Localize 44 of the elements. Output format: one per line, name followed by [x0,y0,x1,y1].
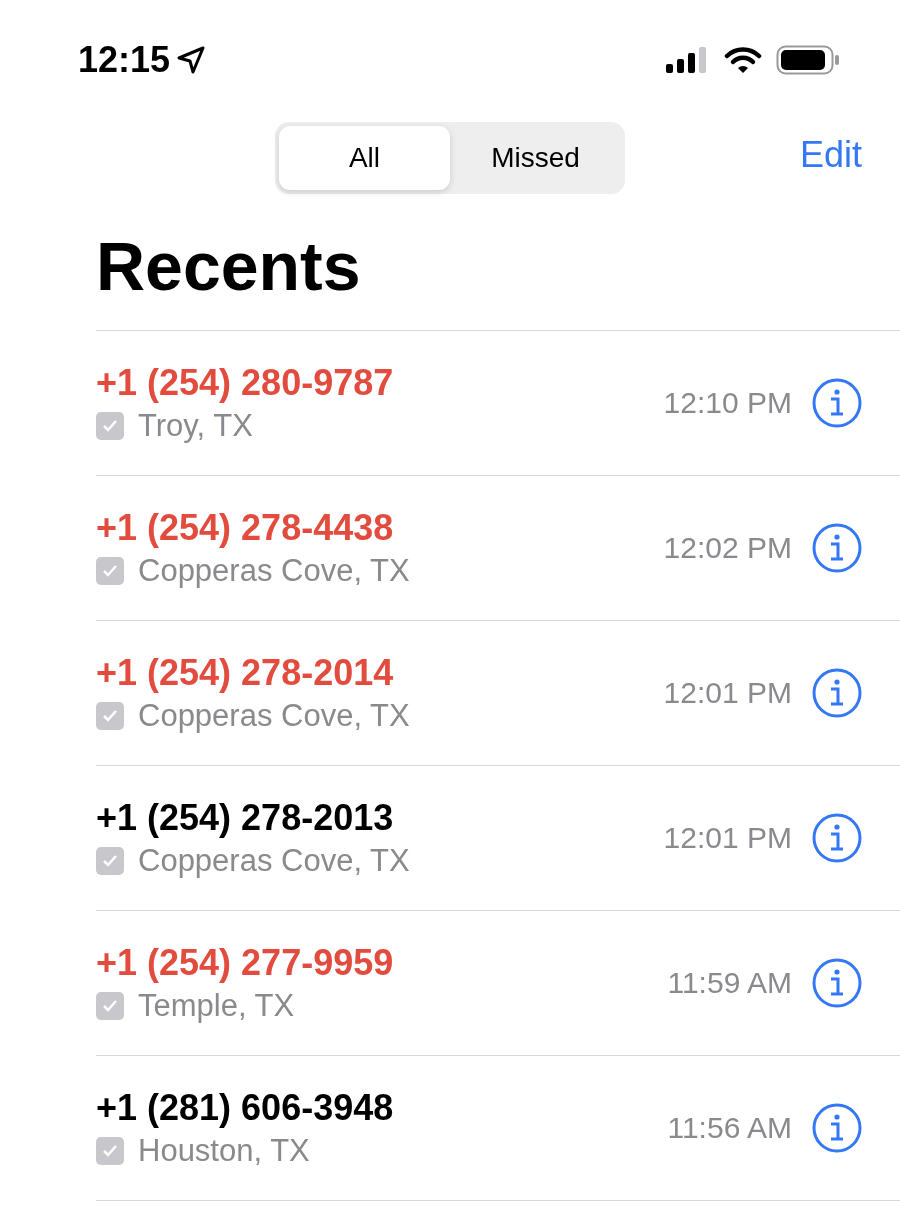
call-time: 11:59 AM [667,966,792,1000]
location-arrow-icon [176,45,207,75]
call-row[interactable]: +1 (254) 278-2014 Copperas Cove, TX 12:01 PM [96,621,900,766]
call-row[interactable]: +1 (254) 277-9959 Temple, TX 11:59 AM [96,911,900,1056]
status-time: 12:15 [78,39,171,81]
call-location: Houston, TX [138,1133,310,1169]
call-time: 12:01 PM [663,821,792,855]
info-icon[interactable] [812,523,862,573]
edit-button[interactable]: Edit [799,134,862,176]
checkmark-icon [96,1137,124,1165]
phone-number: +1 (254) 277-9959 [96,942,395,984]
checkmark-icon [96,412,124,440]
info-icon[interactable] [812,813,862,863]
call-location: Copperas Cove, TX [138,553,410,589]
phone-number: +1 (254) 278-2014 [96,652,395,694]
checkmark-icon [96,557,124,585]
call-location: Copperas Cove, TX [138,698,410,734]
call-location: Copperas Cove, TX [138,843,410,879]
page-title: Recents [96,227,362,306]
call-row[interactable]: +1 (254) 278-2013 Copperas Cove, TX 12:01 PM [96,766,900,911]
call-row[interactable]: +1 (254) 278-4438 Copperas Cove, TX 12:02 PM [96,476,900,621]
battery-icon [776,45,840,75]
call-row[interactable]: +1 (281) 606-3948 Houston, TX 11:56 AM [96,1056,900,1201]
checkmark-icon [96,992,124,1020]
call-time: 11:56 AM [667,1111,792,1145]
call-time: 12:10 PM [663,386,792,420]
phone-number: +1 (254) 278-2013 [96,797,395,839]
segment-tab[interactable]: All [279,126,450,190]
wifi-icon [724,46,762,74]
call-location: Troy, TX [138,408,253,444]
call-time: 12:01 PM [663,676,792,710]
call-location: Temple, TX [138,988,295,1024]
checkmark-icon [96,702,124,730]
info-icon[interactable] [812,668,862,718]
info-icon[interactable] [812,1103,862,1153]
segment-tab[interactable]: Missed [450,126,621,190]
call-row[interactable]: +1 (254) 280-9787 Troy, TX 12:10 PM [96,331,900,476]
phone-number: +1 (281) 606-3948 [96,1087,395,1129]
phone-number: +1 (254) 280-9787 [96,362,395,404]
phone-number: +1 (254) 278-4438 [96,507,395,549]
checkmark-icon [96,847,124,875]
info-icon[interactable] [812,378,862,428]
call-time: 12:02 PM [663,531,792,565]
info-icon[interactable] [812,958,862,1008]
